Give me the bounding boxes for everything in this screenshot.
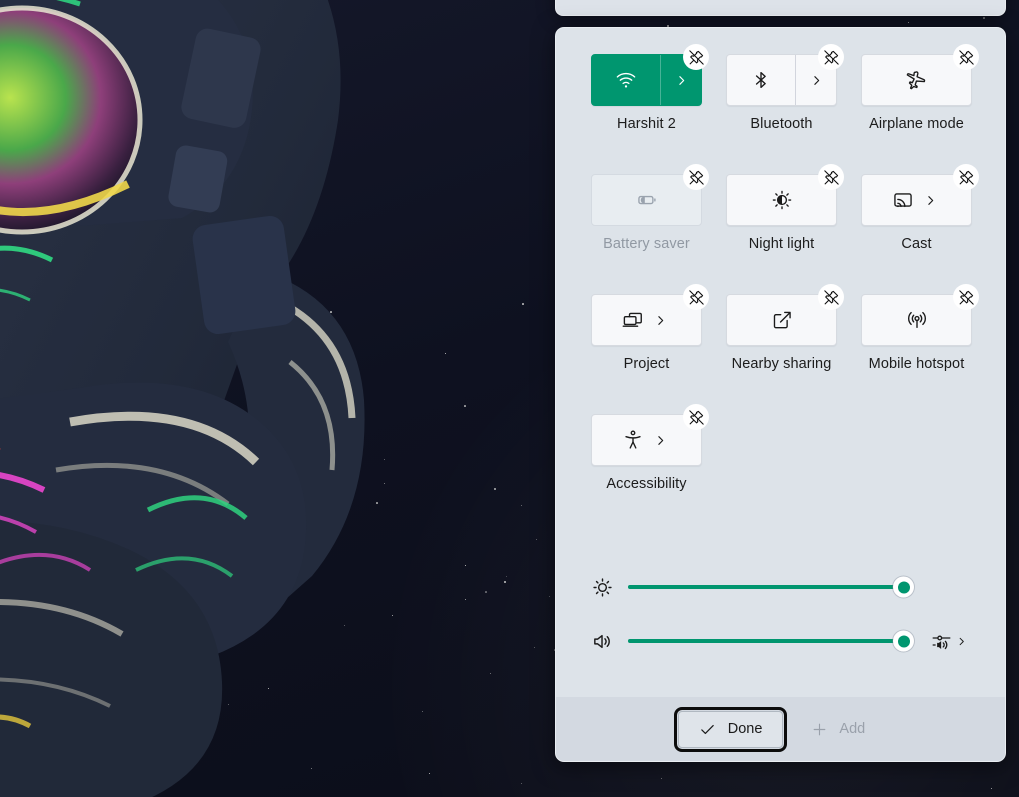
volume-slider-fill (628, 639, 903, 643)
mobile-hotspot-icon (906, 309, 928, 331)
tile-bluetooth-toggle[interactable] (727, 55, 795, 105)
tile-cell-project: Project (591, 284, 709, 414)
tile-label-nearby-sharing: Nearby sharing (731, 356, 832, 372)
tile-cell-mobile-hotspot: Mobile hotspot (861, 284, 979, 414)
tile-label-project: Project (623, 356, 670, 372)
tile-label-night-light: Night light (748, 236, 815, 252)
brightness-slider-thumb[interactable] (893, 576, 914, 598)
astronaut-illustration (0, 0, 365, 797)
unpin-icon[interactable] (818, 44, 844, 70)
brightness-slider-row (591, 560, 979, 614)
add-button-label: Add (839, 721, 866, 737)
tile-cast[interactable] (861, 164, 979, 226)
tile-label-accessibility: Accessibility (606, 476, 687, 492)
unpin-icon[interactable] (818, 164, 844, 190)
quick-settings-tile-grid: Harshit 2 Bluetooth Airplane mode Battery s… (591, 44, 979, 534)
tile-battery-saver (591, 164, 709, 226)
tile-airplane-mode[interactable] (861, 44, 979, 106)
bluetooth-icon (750, 69, 772, 91)
add-button[interactable]: Add (793, 712, 883, 747)
unpin-icon[interactable] (953, 284, 979, 310)
quick-settings-panel: Harshit 2 Bluetooth Airplane mode Battery s… (555, 27, 1006, 762)
unpin-icon[interactable] (683, 284, 709, 310)
slider-group (591, 534, 979, 668)
audio-output-selector[interactable] (931, 631, 967, 652)
volume-icon (594, 634, 610, 648)
cast-icon (892, 189, 914, 211)
volume-slider-row (591, 614, 979, 668)
tile-project-chevron-right-icon[interactable] (654, 314, 667, 327)
tile-accessibility-chevron-right-icon[interactable] (654, 434, 667, 447)
plus-icon (814, 723, 826, 735)
tile-nearby-sharing[interactable] (726, 284, 844, 346)
check-icon (700, 724, 714, 734)
screen: Harshit 2 Bluetooth Airplane mode Battery s… (0, 0, 1019, 797)
unpin-icon[interactable] (953, 164, 979, 190)
tile-label-bluetooth: Bluetooth (750, 116, 813, 132)
quick-settings-edit-footer: Done Add (556, 697, 1005, 761)
tile-label-wifi: Harshit 2 (617, 116, 676, 132)
tile-cell-night-light: Night light (726, 164, 844, 294)
tile-cell-battery-saver: Battery saver (591, 164, 709, 294)
tile-cell-nearby-sharing: Nearby sharing (726, 284, 844, 414)
airplane-icon (906, 69, 928, 91)
tile-bluetooth[interactable] (726, 44, 844, 106)
unpin-icon[interactable] (683, 164, 709, 190)
volume-slider-thumb[interactable] (893, 630, 914, 652)
unpin-icon[interactable] (953, 44, 979, 70)
done-button[interactable]: Done (673, 706, 788, 752)
quick-settings-body: Harshit 2 Bluetooth Airplane mode Battery s… (556, 28, 1005, 697)
tile-label-airplane-mode: Airplane mode (869, 116, 964, 132)
done-button-label: Done (727, 721, 763, 737)
tile-label-cast: Cast (901, 236, 932, 252)
brightness-slider[interactable] (628, 576, 914, 598)
nearby-sharing-icon (771, 309, 793, 331)
audio-output-selector-icon (932, 635, 951, 649)
tile-cell-wifi: Harshit 2 (591, 44, 709, 174)
tile-project[interactable] (591, 284, 709, 346)
battery-saver-icon (636, 189, 658, 211)
tile-cell-airplane-mode: Airplane mode (861, 44, 979, 174)
tile-mobile-hotspot[interactable] (861, 284, 979, 346)
tile-cell-bluetooth: Bluetooth (726, 44, 844, 174)
night-light-icon (771, 189, 793, 211)
unpin-icon[interactable] (818, 284, 844, 310)
tile-wifi-toggle[interactable] (592, 55, 660, 105)
tile-cell-cast: Cast (861, 164, 979, 294)
tile-label-mobile-hotspot: Mobile hotspot (868, 356, 965, 372)
project-icon (622, 309, 644, 331)
tile-label-battery-saver: Battery saver (603, 236, 690, 252)
brightness-slider-fill (628, 585, 903, 589)
wifi-icon (615, 69, 637, 91)
tile-night-light[interactable] (726, 164, 844, 226)
unpin-icon[interactable] (683, 44, 709, 70)
tile-wifi[interactable] (591, 44, 709, 106)
unpin-icon[interactable] (683, 404, 709, 430)
tile-cell-accessibility: Accessibility (591, 404, 709, 534)
brightness-icon (593, 577, 612, 597)
tile-cast-chevron-right-icon[interactable] (924, 194, 937, 207)
chevron-right-icon (959, 637, 964, 645)
tile-accessibility[interactable] (591, 404, 709, 466)
accessibility-icon (622, 429, 644, 451)
notification-panel-clipped (555, 0, 1006, 16)
volume-slider[interactable] (628, 630, 914, 652)
